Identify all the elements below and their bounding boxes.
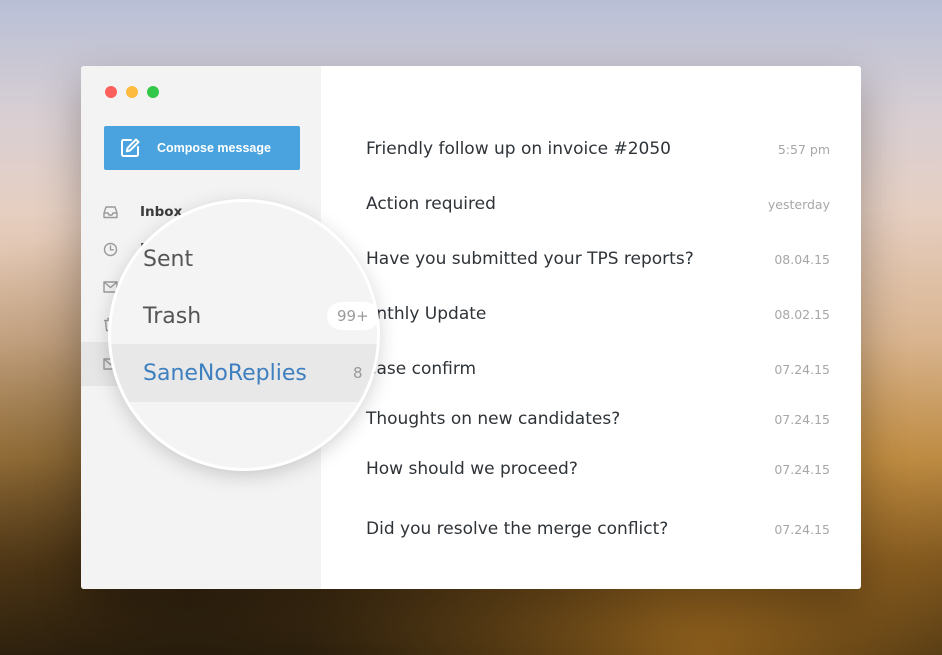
- envelope-icon: [103, 281, 118, 293]
- message-subject: Did you resolve the merge conflict?: [366, 519, 669, 539]
- message-row[interactable]: onthly Update 08.02.15: [321, 294, 861, 334]
- mag-item-label: Sent: [143, 246, 194, 272]
- message-subject: How should we proceed?: [366, 459, 578, 479]
- message-list: Friendly follow up on invoice #2050 5:57…: [321, 66, 861, 589]
- message-date: 07.24.15: [774, 461, 830, 477]
- message-date: 08.02.15: [774, 306, 830, 322]
- sidebar-item-label: Inbox: [140, 204, 183, 220]
- compose-message-label: Compose message: [157, 141, 271, 155]
- mag-item-label: SaneNoReplies: [143, 360, 307, 386]
- message-subject: Friendly follow up on invoice #2050: [366, 139, 671, 159]
- mag-item-sent[interactable]: Sent: [111, 238, 377, 280]
- magnifier-lens: Sent Trash 99+ SaneNoReplies 8: [111, 202, 377, 468]
- message-date: 07.24.15: [774, 361, 830, 377]
- traffic-lights: [105, 86, 159, 98]
- message-row[interactable]: Have you submitted your TPS reports? 08.…: [321, 239, 861, 279]
- message-subject: Have you submitted your TPS reports?: [366, 249, 694, 269]
- message-subject: Action required: [366, 194, 496, 214]
- message-date: 5:57 pm: [777, 141, 830, 157]
- unread-count-badge: 99+: [327, 302, 377, 330]
- mag-item-sanenoreplies[interactable]: SaneNoReplies 8: [111, 344, 377, 402]
- inbox-tray-icon: [103, 205, 118, 219]
- maximize-window-button[interactable]: [147, 86, 159, 98]
- message-subject: onthly Update: [366, 304, 487, 324]
- pencil-square-icon: [119, 137, 141, 159]
- sidebar-item-inbox[interactable]: Inbox: [103, 201, 182, 223]
- unread-count: 8: [353, 364, 363, 382]
- message-row[interactable]: How should we proceed? 07.24.15: [321, 449, 861, 489]
- message-row[interactable]: Thoughts on new candidates? 07.24.15: [321, 399, 861, 439]
- message-subject: ease confirm: [366, 359, 477, 379]
- compose-message-button[interactable]: Compose message: [104, 126, 300, 170]
- close-window-button[interactable]: [105, 86, 117, 98]
- message-date: yesterday: [767, 196, 830, 212]
- mag-item-label: Trash: [143, 303, 202, 329]
- message-row[interactable]: Friendly follow up on invoice #2050 5:57…: [321, 129, 861, 169]
- message-row[interactable]: Did you resolve the merge conflict? 07.2…: [321, 509, 861, 549]
- message-row[interactable]: Action required yesterday: [321, 184, 861, 224]
- minimize-window-button[interactable]: [126, 86, 138, 98]
- message-date: 08.04.15: [774, 251, 830, 267]
- message-subject: Thoughts on new candidates?: [366, 409, 621, 429]
- message-date: 07.24.15: [774, 411, 830, 427]
- message-row[interactable]: ease confirm 07.24.15: [321, 349, 861, 389]
- message-date: 07.24.15: [774, 521, 830, 537]
- mag-item-trash[interactable]: Trash 99+: [111, 295, 377, 337]
